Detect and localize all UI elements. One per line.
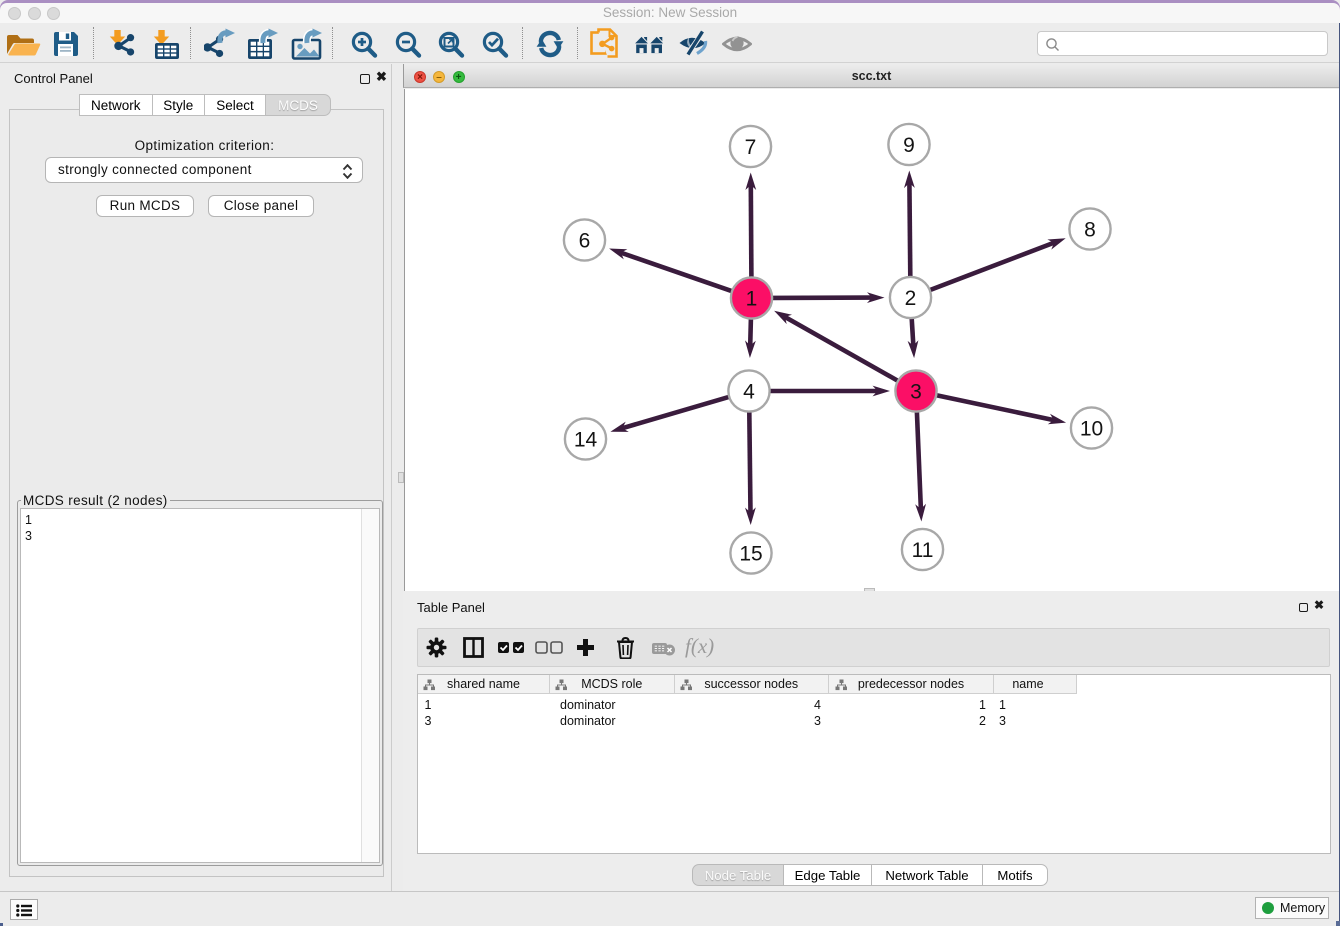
svg-text:15: 15 (739, 542, 762, 565)
svg-text:8: 8 (1084, 218, 1096, 241)
svg-text:14: 14 (573, 428, 597, 451)
svg-text:1: 1 (745, 287, 757, 310)
svg-text:9: 9 (903, 134, 915, 157)
svg-text:4: 4 (743, 380, 755, 403)
svg-text:6: 6 (578, 229, 590, 252)
svg-text:7: 7 (744, 136, 756, 159)
svg-text:11: 11 (911, 539, 933, 562)
svg-text:3: 3 (910, 380, 922, 403)
svg-text:10: 10 (1079, 417, 1102, 440)
svg-text:2: 2 (904, 287, 916, 310)
